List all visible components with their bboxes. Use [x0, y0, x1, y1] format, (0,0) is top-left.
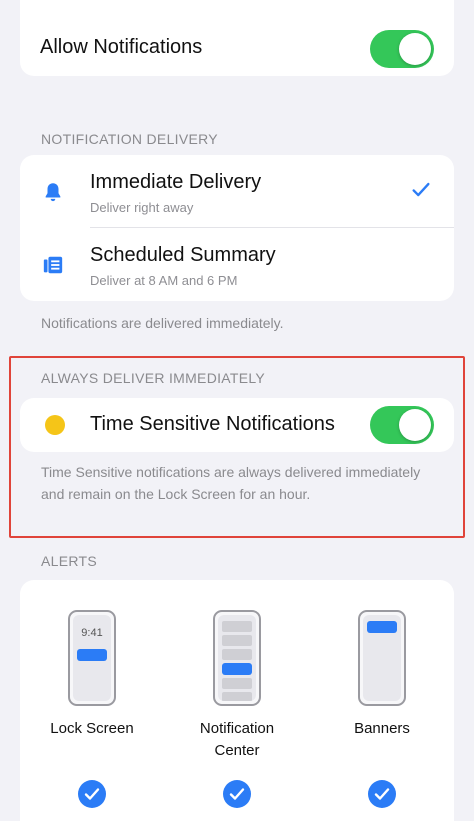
delivery-footer-text: Notifications are delivered immediately. — [41, 315, 284, 331]
time-sensitive-toggle[interactable] — [370, 406, 434, 444]
immediate-delivery-option[interactable]: Immediate Delivery Deliver right away — [20, 155, 454, 228]
notification-bar — [222, 663, 252, 675]
notification-center-label: Notification Center — [199, 720, 275, 759]
lock-screen-time: 9:41 — [81, 627, 103, 639]
notification-delivery-header: NOTIFICATION DELIVERY — [41, 131, 218, 147]
alert-notification-center[interactable]: Notification Center — [167, 580, 307, 821]
time-sensitive-icon — [45, 415, 65, 435]
notification-delivery-card: Immediate Delivery Deliver right away Sc… — [20, 155, 454, 301]
list-bar — [222, 621, 252, 632]
list-bar — [222, 635, 252, 646]
allow-notifications-label: Allow Notifications — [40, 36, 203, 58]
banner-bar — [367, 621, 397, 633]
alerts-header: ALERTS — [41, 553, 98, 569]
allow-notifications-toggle[interactable] — [370, 30, 434, 68]
lock-screen-checkmark-icon[interactable] — [78, 780, 106, 808]
time-sensitive-row[interactable]: Time Sensitive Notifications — [20, 398, 454, 452]
bell-icon — [45, 183, 61, 202]
immediate-delivery-title: Immediate Delivery — [90, 171, 262, 193]
lock-screen-label: Lock Screen — [50, 720, 134, 737]
scheduled-summary-title: Scheduled Summary — [90, 244, 276, 266]
notification-center-phone-icon — [213, 610, 261, 706]
list-bar — [222, 678, 252, 689]
banners-label: Banners — [354, 720, 410, 737]
immediate-delivery-subtitle: Deliver right away — [90, 200, 194, 215]
time-sensitive-label: Time Sensitive Notifications — [90, 413, 335, 435]
lock-screen-phone-icon: 9:41 — [68, 610, 116, 706]
notification-bar — [77, 649, 107, 661]
notification-center-checkmark-icon[interactable] — [223, 780, 251, 808]
summary-icon — [43, 256, 63, 274]
toggle-knob — [399, 409, 431, 441]
alerts-card: 9:41 Lock Screen Notification Center Ban… — [20, 580, 454, 821]
banners-phone-icon — [358, 610, 406, 706]
notification-settings-page: Allow Notifications NOTIFICATION DELIVER… — [0, 0, 474, 821]
always-deliver-header: ALWAYS DELIVER IMMEDIATELY — [41, 370, 266, 386]
checkmark-icon — [412, 182, 430, 197]
time-sensitive-footer-text: Time Sensitive notifications are always … — [41, 464, 421, 502]
toggle-knob — [399, 33, 431, 65]
allow-notifications-row[interactable]: Allow Notifications — [20, 0, 454, 76]
banners-checkmark-icon[interactable] — [368, 780, 396, 808]
list-bar — [222, 649, 252, 660]
alert-banners[interactable]: Banners — [312, 580, 452, 821]
list-bar — [222, 692, 252, 701]
scheduled-summary-option[interactable]: Scheduled Summary Deliver at 8 AM and 6 … — [20, 228, 454, 301]
scheduled-summary-subtitle: Deliver at 8 AM and 6 PM — [90, 273, 238, 288]
alert-lock-screen[interactable]: 9:41 Lock Screen — [22, 580, 162, 821]
